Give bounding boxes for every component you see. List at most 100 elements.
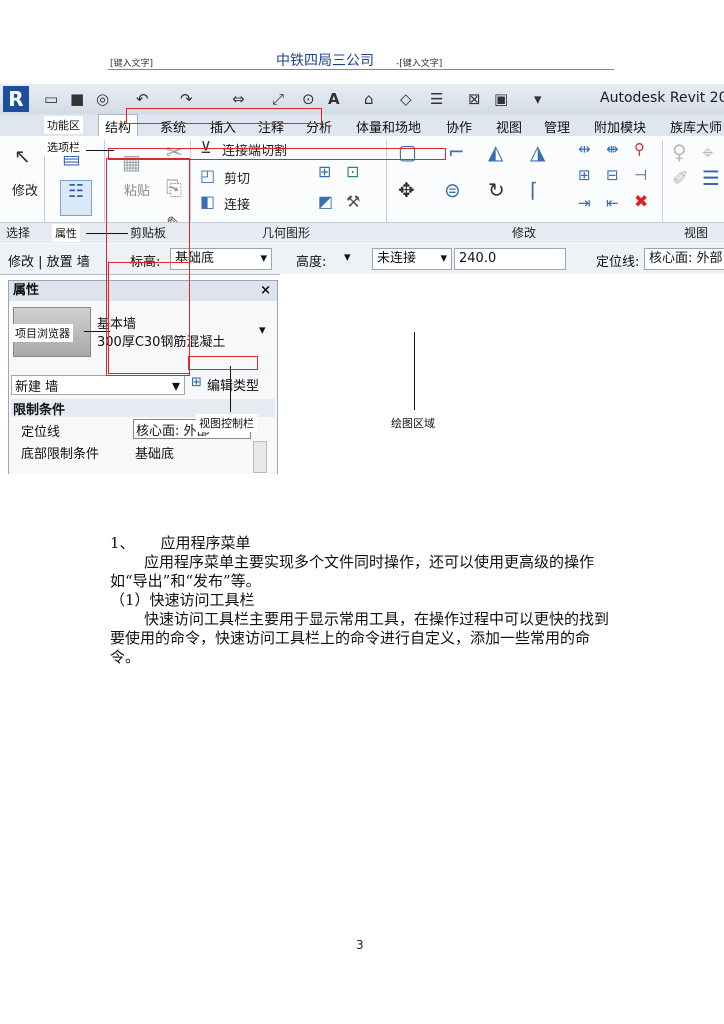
- join-geometry-button[interactable]: 连接: [224, 194, 250, 213]
- header-company: 中铁四局三公司: [276, 53, 374, 69]
- location-line-select[interactable]: 核心面: 外部: [644, 248, 724, 270]
- sync-icon[interactable]: ◎: [96, 90, 109, 108]
- context-label: 修改 | 放置 墙: [8, 255, 90, 270]
- property-name: 定位线: [21, 425, 61, 440]
- edit-type-icon: ⊞: [191, 375, 202, 390]
- paragraph-app-menu: 应用程序菜单主要实现多个文件同时操作，还可以使用更高级的操作如“导出”和“发布”…: [110, 553, 595, 590]
- location-line-label: 定位线:: [596, 255, 640, 270]
- save-icon[interactable]: ■: [70, 90, 84, 108]
- demolish-icon[interactable]: ⚒: [346, 192, 360, 211]
- trim-icon[interactable]: ⌈: [530, 178, 538, 202]
- ribbon-tabs: 结构 系统 插入 注释 分析 体量和场地 协作 视图 管理 附加模块 族库大师: [0, 114, 724, 141]
- cut-geometry-button[interactable]: 剪切: [224, 168, 250, 187]
- split-gap-icon[interactable]: ⇼: [606, 140, 619, 158]
- split-icon[interactable]: ⇹: [578, 140, 591, 158]
- redo-icon[interactable]: ↷: [180, 90, 193, 108]
- page-number: 3: [356, 938, 364, 952]
- unlock-icon[interactable]: ⊡: [346, 162, 359, 181]
- app-title: Autodesk Revit 20: [600, 90, 724, 106]
- property-name: 底部限制条件: [21, 447, 100, 462]
- highlight-properties: [108, 262, 190, 374]
- section-heading: 1、 应用程序菜单: [110, 534, 610, 553]
- mirror-pick-icon[interactable]: ◭: [488, 140, 503, 164]
- wall-joins-icon[interactable]: ⊞: [318, 162, 331, 181]
- tab-massing-site[interactable]: 体量和场地: [356, 117, 421, 136]
- header-divider: [108, 69, 614, 70]
- override-icon[interactable]: ⌖: [702, 140, 713, 164]
- base-constraint-value[interactable]: 基础底: [135, 443, 174, 462]
- cut-geometry-icon[interactable]: ◰: [200, 166, 215, 185]
- tab-collaborate[interactable]: 协作: [446, 117, 472, 136]
- offset-icon[interactable]: ⌐: [448, 140, 465, 164]
- select-cursor-icon[interactable]: ↖: [14, 144, 31, 168]
- top-constraint-select[interactable]: 未连接 ▾: [372, 248, 452, 270]
- measure-icon[interactable]: ⇔: [232, 90, 245, 108]
- unpin-icon[interactable]: ⊣: [634, 166, 647, 184]
- scale-icon[interactable]: ⊟: [606, 166, 619, 184]
- 3d-view-icon[interactable]: ⌂: [364, 90, 374, 108]
- thin-lines-icon[interactable]: ☰: [430, 90, 443, 108]
- callout-ribbon: 功能区: [44, 116, 83, 134]
- callout-drawing-area: 绘图区域: [388, 414, 438, 432]
- hide-icon[interactable]: ♀: [672, 140, 687, 164]
- properties-button[interactable]: ☷: [60, 180, 92, 216]
- height-mode-select[interactable]: ▾: [340, 248, 368, 268]
- highlight-view-control-bar: [188, 356, 258, 370]
- highlight-quick-access-toolbar: [126, 108, 322, 124]
- open-icon[interactable]: ▭: [44, 90, 58, 108]
- callout-view-control-bar: 视图控制栏: [196, 414, 257, 432]
- callout-properties: 属性: [52, 224, 80, 242]
- panel-label-geometry: 几何图形: [262, 226, 311, 240]
- callout-project-browser: 项目浏览器: [12, 324, 73, 342]
- move-icon[interactable]: ✥: [398, 178, 415, 202]
- switch-windows-icon[interactable]: ▣: [494, 90, 508, 108]
- join-geometry-icon[interactable]: ◧: [200, 192, 215, 211]
- callout-options-bar: 选项栏: [44, 138, 83, 156]
- delete-icon[interactable]: ✖: [634, 192, 648, 212]
- height-label: 高度:: [296, 255, 327, 270]
- panel-label-select[interactable]: 选择: [6, 224, 30, 241]
- view-list-icon[interactable]: ☰: [702, 166, 720, 190]
- tab-addins[interactable]: 附加模块: [594, 117, 646, 136]
- extend-icon[interactable]: ⇤: [606, 194, 619, 212]
- instance-filter-select[interactable]: 新建 墙 ▾: [11, 375, 185, 395]
- header-left-placeholder: [键入文字]: [110, 59, 154, 69]
- rotate-icon[interactable]: ↻: [488, 178, 505, 202]
- drawing-area[interactable]: [280, 274, 724, 474]
- mirror-draw-icon[interactable]: ◮: [530, 140, 545, 164]
- edit-type-button[interactable]: 编辑类型: [207, 375, 259, 394]
- text-icon[interactable]: A: [328, 90, 340, 108]
- paragraph-qat: 快速访问工具栏主要用于显示常用工具，在操作过程中可以更快的找到要使用的命令，快速…: [110, 610, 610, 666]
- subheading-qat: （1）快速访问工具栏: [110, 591, 255, 609]
- panel-label-modify: 修改: [512, 226, 537, 240]
- array-icon[interactable]: ⊞: [578, 166, 591, 184]
- linework-icon[interactable]: ✐: [672, 166, 689, 190]
- tab-view[interactable]: 视图: [496, 117, 522, 136]
- customize-qat-icon[interactable]: ▾: [534, 90, 542, 108]
- height-input[interactable]: 240.0: [454, 248, 566, 270]
- type-selector-dropdown-icon[interactable]: ▾: [259, 323, 266, 338]
- modify-button[interactable]: 修改: [12, 180, 38, 199]
- undo-icon[interactable]: ↶: [136, 90, 149, 108]
- quick-access-toolbar: R ▭ ■ ◎ ↶ ↷ ⇔ ⤢ ⊙ A ⌂ ◇ ☰ ⊠ ▣ ▾ Autodesk…: [0, 84, 724, 115]
- panel-label-view: 视图: [684, 226, 709, 240]
- revit-screenshot: R ▭ ■ ◎ ↶ ↷ ⇔ ⤢ ⊙ A ⌂ ◇ ☰ ⊠ ▣ ▾ Autodesk…: [0, 84, 724, 474]
- close-hidden-icon[interactable]: ⊠: [468, 90, 481, 108]
- header-right-placeholder: -[键入文字]: [396, 59, 443, 69]
- tab-manage[interactable]: 管理: [544, 117, 570, 136]
- properties-title: 属性: [13, 283, 40, 298]
- dimension-icon[interactable]: ⤢: [272, 90, 284, 108]
- heading-number: 1、: [110, 534, 135, 552]
- pin-icon[interactable]: ⚲: [634, 140, 645, 158]
- tag-icon[interactable]: ⊙: [302, 90, 315, 108]
- section-icon[interactable]: ◇: [400, 90, 412, 108]
- tab-family-library[interactable]: 族库大师: [670, 117, 722, 136]
- revit-logo-icon[interactable]: R: [3, 86, 29, 112]
- close-icon[interactable]: ×: [260, 281, 271, 301]
- callout-leader: [230, 366, 231, 412]
- heading-title: 应用程序菜单: [160, 534, 251, 552]
- paint-icon[interactable]: ◩: [318, 192, 333, 211]
- properties-scrollbar[interactable]: [253, 441, 267, 473]
- trim-extend-icon[interactable]: ⇥: [578, 194, 591, 212]
- copy-element-icon[interactable]: ⊜: [444, 178, 461, 202]
